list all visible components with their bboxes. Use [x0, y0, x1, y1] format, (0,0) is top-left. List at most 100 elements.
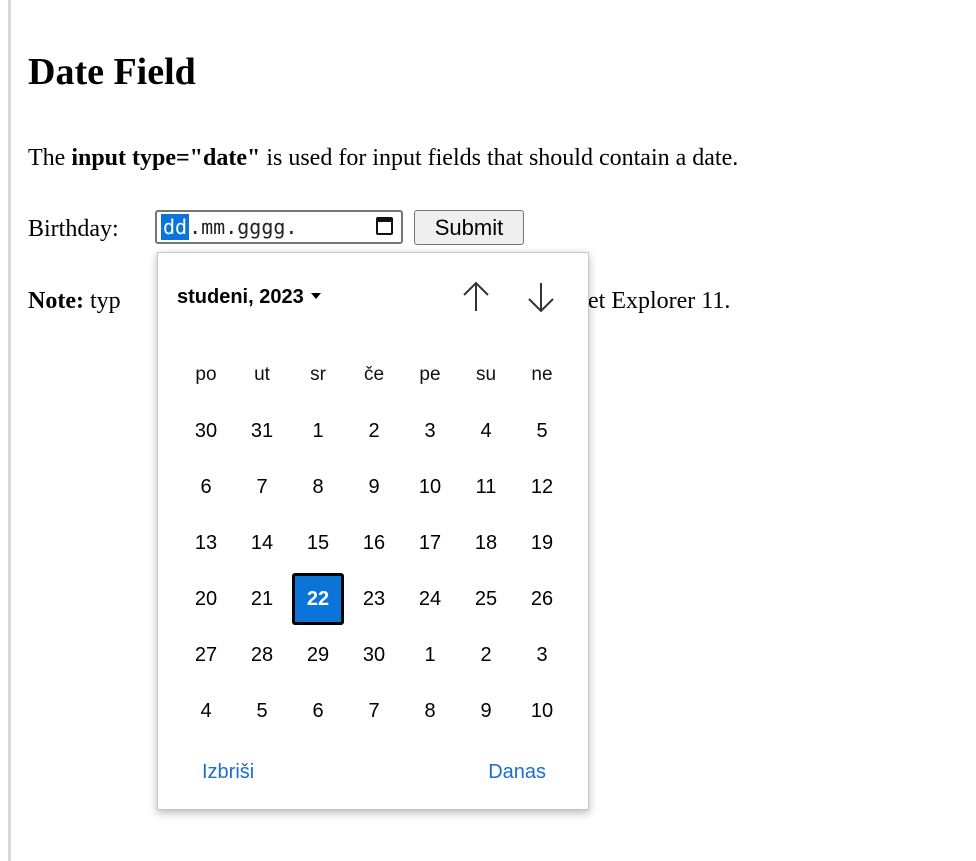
calendar-day-other-month[interactable]: 4 — [178, 683, 234, 739]
weekday-header: su — [475, 364, 497, 385]
calendar-day[interactable]: 30 — [346, 627, 402, 683]
intro-paragraph: The input type="date" is used for input … — [28, 140, 738, 176]
date-picker-popup: studeni, 2023 po ut sr če pe su ne 30 31 1 2 3 4 5 6 7 8… — [157, 252, 589, 810]
day-number: 10 — [530, 699, 554, 722]
day-number: 25 — [474, 587, 498, 610]
calendar-day-other-month[interactable]: 31 — [234, 403, 290, 459]
calendar-day[interactable]: 9 — [346, 459, 402, 515]
day-number: 15 — [306, 531, 330, 554]
calendar-day[interactable]: 16 — [346, 515, 402, 571]
clear-button[interactable]: Izbriši — [202, 759, 254, 785]
month-year-label: studeni, 2023 — [177, 286, 304, 308]
calendar-day[interactable]: 19 — [514, 515, 570, 571]
calendar-day[interactable]: 4 — [458, 403, 514, 459]
day-number: 17 — [418, 531, 442, 554]
calendar-day-other-month[interactable]: 5 — [234, 683, 290, 739]
day-number: 2 — [368, 419, 380, 442]
day-number: 9 — [368, 475, 380, 498]
calendar-day-other-month[interactable]: 8 — [402, 683, 458, 739]
weekday-header: sr — [310, 364, 326, 385]
month-year-selector[interactable]: studeni, 2023 — [177, 283, 321, 311]
page-title: Date Field — [28, 51, 196, 93]
calendar-day[interactable]: 8 — [290, 459, 346, 515]
day-number: 28 — [250, 643, 274, 666]
calendar-day[interactable]: 10 — [402, 459, 458, 515]
intro-prefix: The — [28, 145, 72, 171]
day-number: 1 — [424, 643, 436, 666]
day-number: 4 — [480, 419, 492, 442]
caret-down-icon — [310, 292, 321, 299]
calendar-icon[interactable] — [376, 217, 393, 235]
calendar-day[interactable]: 29 — [290, 627, 346, 683]
day-number: 24 — [418, 587, 442, 610]
calendar-day[interactable]: 28 — [234, 627, 290, 683]
calendar-day-other-month[interactable]: 9 — [458, 683, 514, 739]
arrow-down-icon[interactable] — [523, 277, 559, 317]
calendar-day[interactable]: 21 — [234, 571, 290, 627]
calendar-day[interactable]: 13 — [178, 515, 234, 571]
calendar-day-other-month[interactable]: 6 — [290, 683, 346, 739]
day-number: 26 — [530, 587, 554, 610]
day-number: 8 — [312, 475, 324, 498]
note-paragraph: Note: typ et Explorer 11. — [28, 283, 730, 319]
calendar-day-other-month[interactable]: 1 — [402, 627, 458, 683]
calendar-day-other-month[interactable]: 30 — [178, 403, 234, 459]
day-number: 16 — [362, 531, 386, 554]
weekday-header: ut — [254, 364, 270, 385]
day-segment[interactable]: dd — [161, 214, 190, 240]
birthday-date-input[interactable]: dd .mm.gggg. — [155, 210, 403, 244]
day-number: 3 — [424, 419, 436, 442]
day-number: 23 — [362, 587, 386, 610]
birthday-label: Birthday: — [28, 216, 119, 242]
calendar-day-other-month[interactable]: 2 — [458, 627, 514, 683]
note-text-right: et Explorer 11. — [588, 288, 731, 314]
calendar-day[interactable]: 17 — [402, 515, 458, 571]
calendar-day[interactable]: 2 — [346, 403, 402, 459]
today-button[interactable]: Danas — [488, 759, 546, 785]
calendar-day[interactable]: 7 — [234, 459, 290, 515]
calendar-day[interactable]: 20 — [178, 571, 234, 627]
calendar-day[interactable]: 15 — [290, 515, 346, 571]
day-number: 11 — [475, 475, 497, 498]
calendar-day-other-month[interactable]: 7 — [346, 683, 402, 739]
day-number: 29 — [306, 643, 330, 666]
calendar-day[interactable]: 23 — [346, 571, 402, 627]
day-number: 2 — [480, 643, 492, 666]
calendar-day[interactable]: 25 — [458, 571, 514, 627]
calendar-day[interactable]: 14 — [234, 515, 290, 571]
calendar-day[interactable]: 26 — [514, 571, 570, 627]
note-text-left: typ — [83, 288, 121, 314]
calendar-day[interactable]: 27 — [178, 627, 234, 683]
calendar-grid: po ut sr če pe su ne 30 31 1 2 3 4 5 6 7 8 9 10 11 12 13 14 15 1… — [178, 347, 570, 739]
day-number: 21 — [250, 587, 274, 610]
calendar-day[interactable]: 6 — [178, 459, 234, 515]
day-number: 27 — [194, 643, 218, 666]
day-number: 8 — [424, 699, 436, 722]
weekday-header: pe — [419, 364, 441, 385]
calendar-day[interactable]: 12 — [514, 459, 570, 515]
calendar-day[interactable]: 11 — [458, 459, 514, 515]
arrow-up-icon[interactable] — [458, 277, 494, 317]
month-year-segments[interactable]: .mm.gggg. — [189, 215, 297, 239]
day-number: 14 — [250, 531, 274, 554]
day-number: 5 — [536, 419, 548, 442]
day-number: 7 — [368, 699, 380, 722]
calendar-day-selected[interactable]: 22 — [290, 571, 346, 627]
calendar-day[interactable]: 1 — [290, 403, 346, 459]
calendar-day[interactable]: 5 — [514, 403, 570, 459]
calendar-day[interactable]: 24 — [402, 571, 458, 627]
calendar-day-other-month[interactable]: 10 — [514, 683, 570, 739]
intro-code: input type="date" — [71, 145, 261, 171]
day-number: 30 — [362, 643, 386, 666]
day-number: 19 — [530, 531, 554, 554]
submit-button[interactable]: Submit — [414, 210, 524, 245]
intro-suffix: is used for input fields that should con… — [260, 145, 739, 171]
calendar-day-other-month[interactable]: 3 — [514, 627, 570, 683]
calendar-day[interactable]: 18 — [458, 515, 514, 571]
day-number: 20 — [194, 587, 218, 610]
left-border-rule — [8, 0, 11, 861]
day-number: 6 — [200, 475, 212, 498]
weekday-header: če — [363, 364, 385, 385]
day-number: 7 — [256, 475, 268, 498]
calendar-day[interactable]: 3 — [402, 403, 458, 459]
